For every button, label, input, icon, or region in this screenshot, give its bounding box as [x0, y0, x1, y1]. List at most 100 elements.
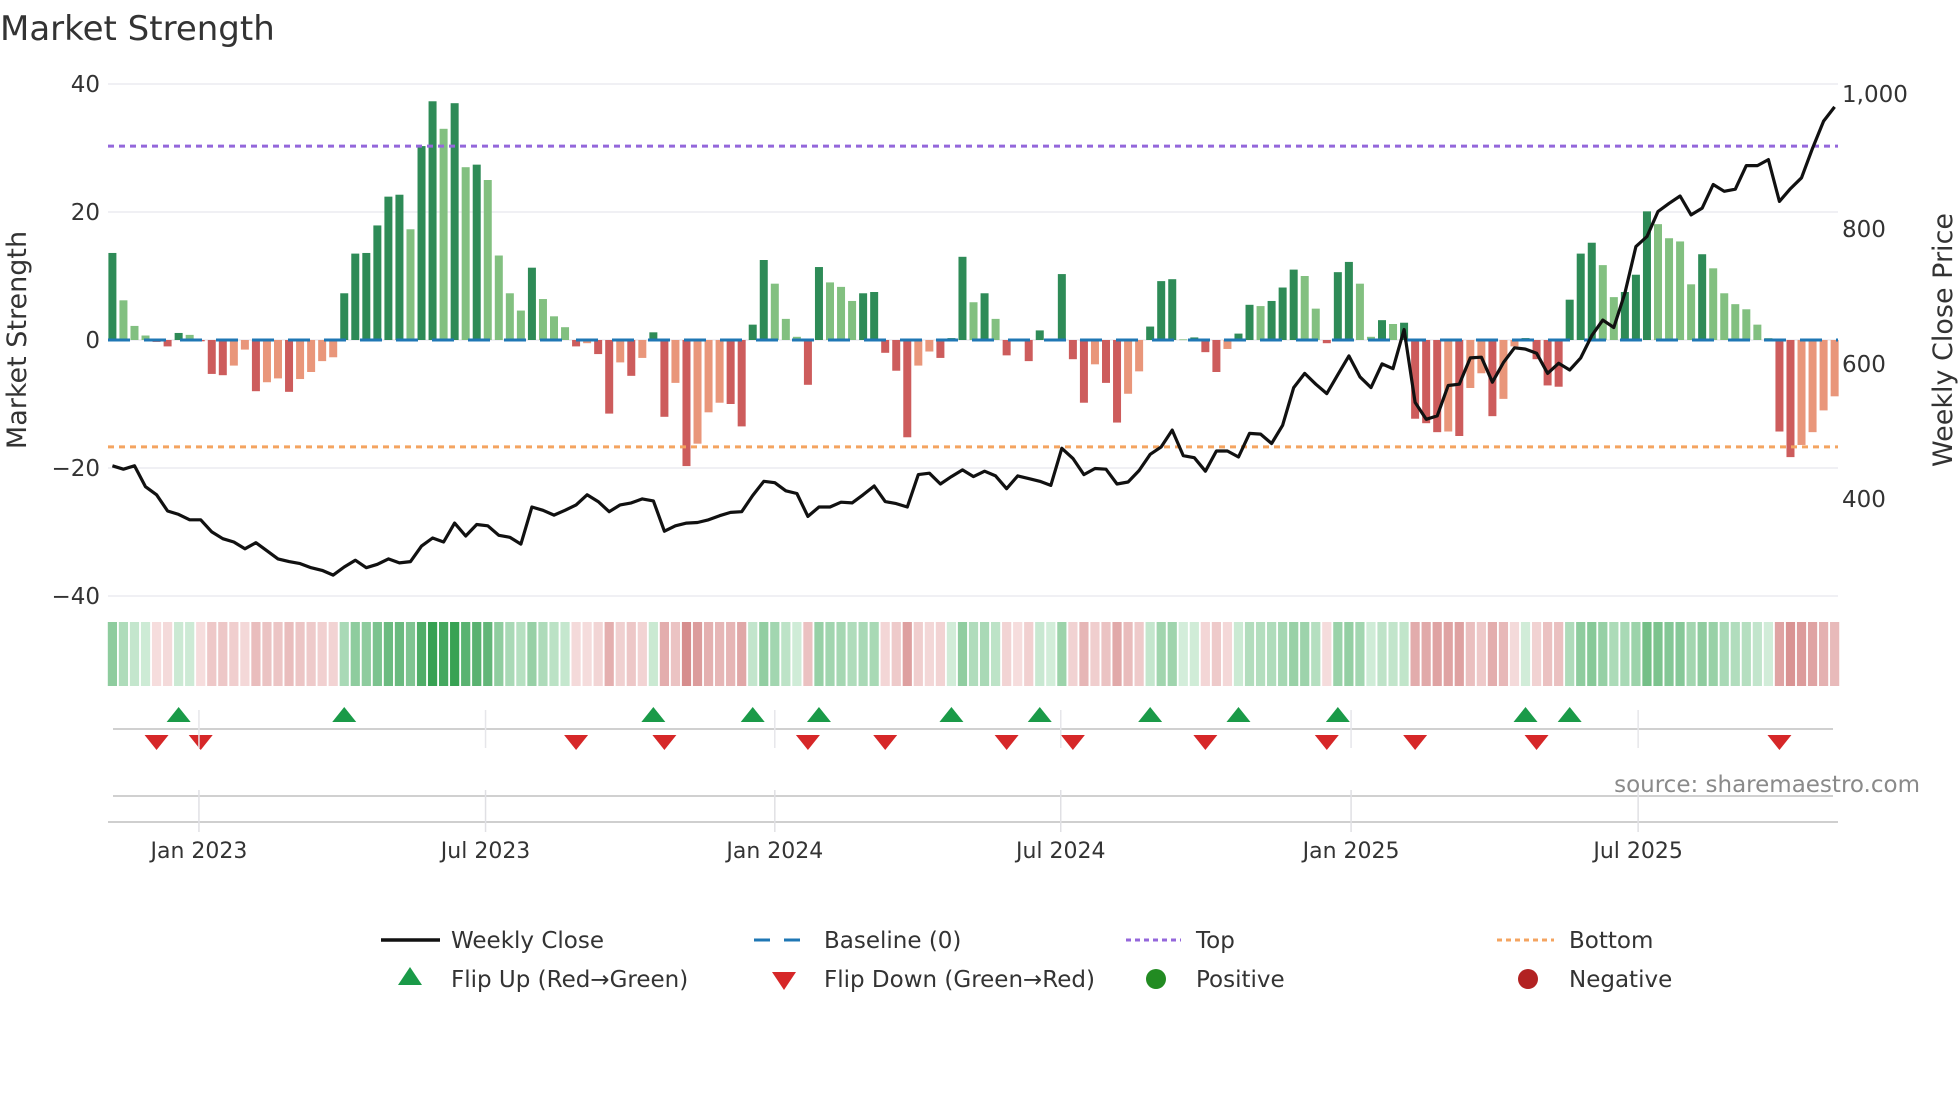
- strength-bar: [859, 293, 868, 340]
- strip-cell: [1388, 622, 1398, 686]
- strip-cell: [1300, 622, 1310, 686]
- legend: Weekly Close Baseline (0) Top Bottom Fli…: [381, 928, 1672, 993]
- strength-bars: [108, 101, 1839, 467]
- x-tick-label: Jan 2025: [1301, 839, 1400, 864]
- strip-cell: [1355, 622, 1365, 686]
- strip-cell: [174, 622, 184, 686]
- strength-bar: [848, 300, 857, 340]
- strip-cell: [1344, 622, 1354, 686]
- strip-cell: [1730, 622, 1740, 686]
- strength-bar: [417, 146, 426, 340]
- triangle-up-icon: [398, 967, 422, 985]
- y-tick-label: −40: [51, 584, 100, 610]
- strip-cell: [218, 622, 228, 686]
- strip-cell: [1587, 622, 1597, 686]
- strength-bar: [1201, 340, 1210, 353]
- strip-cell: [681, 622, 692, 686]
- strip-cell: [1079, 622, 1089, 686]
- strip-cell: [1167, 622, 1177, 686]
- strength-bar: [494, 255, 503, 340]
- strength-bar: [1797, 340, 1806, 445]
- strip-cell: [825, 622, 835, 686]
- strength-bar: [307, 340, 316, 372]
- strip-cell: [295, 622, 305, 686]
- strength-bar: [616, 340, 625, 363]
- flip-up-marker: [740, 707, 765, 722]
- strength-bar: [538, 299, 547, 340]
- strength-bar: [1333, 272, 1342, 340]
- svg-text:Positive: Positive: [1196, 967, 1285, 993]
- strip-cell: [1498, 622, 1509, 686]
- strip-cell: [1520, 622, 1531, 686]
- y-axis-title-right: Weekly Close Price: [1928, 213, 1959, 467]
- strength-bar: [826, 282, 834, 340]
- flip-up-marker: [806, 707, 831, 722]
- strength-bar: [1720, 293, 1729, 340]
- flip-down-marker: [1314, 735, 1339, 750]
- strip-cell: [1233, 622, 1244, 686]
- strength-bar: [1422, 340, 1431, 424]
- flip-up-marker: [1226, 707, 1251, 722]
- strength-bar: [340, 293, 349, 340]
- strength-bar: [1598, 265, 1607, 340]
- legend-bottom: Bottom: [1497, 928, 1653, 954]
- strip-cell: [1774, 622, 1785, 686]
- strip-cell: [902, 622, 912, 686]
- strip-cell: [229, 622, 239, 686]
- strength-bar: [1168, 279, 1177, 340]
- strength-bar: [605, 340, 614, 414]
- strip-cell: [703, 622, 714, 686]
- strip-cell: [1267, 622, 1277, 686]
- strip-cell: [1454, 622, 1464, 686]
- strip-cell: [1289, 622, 1299, 686]
- strength-bar: [207, 340, 216, 374]
- strength-bar: [1344, 261, 1353, 340]
- strip-cell: [792, 622, 802, 686]
- svg-text:Bottom: Bottom: [1569, 928, 1653, 954]
- strip-cell: [427, 622, 438, 686]
- legend-flip-up: Flip Up (Red→Green): [398, 967, 688, 993]
- strength-bar: [296, 340, 305, 380]
- strip-cell: [306, 622, 316, 686]
- strip-cell: [670, 622, 681, 686]
- strip-cell: [692, 622, 703, 686]
- y-tick-label-right: 800: [1842, 217, 1886, 243]
- strength-bar: [505, 293, 514, 340]
- strength-bar: [1002, 340, 1011, 356]
- strength-bar: [991, 318, 1000, 340]
- strip-cell: [339, 622, 349, 686]
- strip-cell: [361, 622, 371, 686]
- strip-cell: [615, 622, 625, 686]
- strip-cell: [1543, 622, 1553, 686]
- strength-bar: [1698, 254, 1707, 340]
- strength-bar: [693, 340, 702, 444]
- strip-cell: [1134, 622, 1144, 686]
- strength-bar: [1775, 340, 1784, 432]
- strength-bar: [1124, 340, 1133, 394]
- y-tick-label: 40: [71, 72, 100, 98]
- strength-bar: [483, 180, 492, 340]
- strip-cell: [1244, 622, 1255, 686]
- strength-bar: [881, 340, 890, 353]
- strip-cell: [836, 622, 846, 686]
- svg-text:Baseline (0): Baseline (0): [824, 928, 961, 954]
- flip-down-marker: [873, 735, 898, 750]
- strip-cell: [1046, 622, 1056, 686]
- strip-cell: [1443, 622, 1453, 686]
- strip-cell: [770, 622, 780, 686]
- strip-cell: [372, 622, 382, 686]
- flip-down-marker: [564, 735, 589, 750]
- strength-bar: [1179, 339, 1188, 341]
- strip-cell: [1377, 622, 1387, 686]
- legend-top: Top: [1126, 928, 1235, 954]
- x-tick-label: Jul 2025: [1591, 839, 1683, 864]
- strip-cell: [1322, 622, 1332, 686]
- strip-cell: [1819, 622, 1829, 686]
- strip-cell: [1531, 622, 1542, 686]
- strength-bar: [1090, 340, 1099, 365]
- strength-bar: [1753, 324, 1762, 340]
- strength-bar: [351, 253, 360, 340]
- y-tick-label: 20: [71, 200, 100, 226]
- red-dot-icon: [1518, 969, 1538, 989]
- strength-bar: [285, 340, 294, 392]
